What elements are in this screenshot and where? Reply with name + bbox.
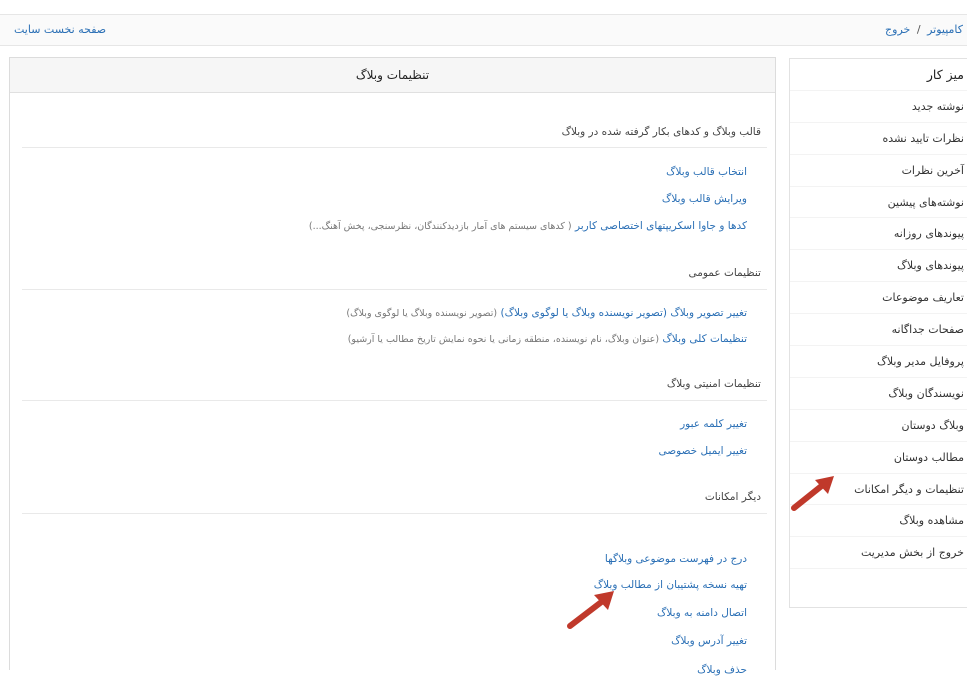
section-title-general: تنظیمات عمومی: [688, 267, 761, 279]
link-change-password[interactable]: تغییر کلمه عبور: [680, 418, 747, 430]
link-label[interactable]: تنظیمات کلی وبلاگ: [662, 333, 747, 345]
sidebar-item-admin-profile[interactable]: پروفایل مدیر وبلاگ: [790, 346, 967, 378]
section-divider: [22, 147, 767, 148]
logout-link[interactable]: خروج: [885, 23, 910, 36]
link-description: (تصویر نویسنده وبلاگ یا لوگوی وبلاگ): [346, 308, 498, 319]
top-bar: کامپیوتر / خروج صفحه نخست سایت: [0, 14, 967, 46]
link-directory-listing[interactable]: درج در فهرست موضوعی وبلاگها: [605, 553, 747, 565]
sidebar-item-new-post[interactable]: نوشته جدید: [790, 91, 967, 123]
user-nav: کامپیوتر / خروج: [885, 23, 963, 36]
link-general-settings[interactable]: تنظیمات کلی وبلاگ (عنوان وبلاگ، نام نویس…: [348, 333, 747, 345]
sidebar-item-daily-links[interactable]: پیوندهای روزانه: [790, 218, 967, 251]
link-change-blog-image[interactable]: تغییر تصویر وبلاگ (تصویر نویسنده وبلاگ ی…: [346, 307, 747, 319]
link-description: ( کدهای سیستم های آمار بازدیدکنندگان، نظ…: [308, 221, 572, 232]
section-divider: [22, 400, 767, 401]
section-divider: [22, 513, 767, 514]
link-label[interactable]: انتخاب قالب وبلاگ: [666, 166, 747, 178]
link-label[interactable]: تغییر کلمه عبور: [680, 418, 747, 430]
sidebar-item-blog-links[interactable]: پیوندهای وبلاگ: [790, 250, 967, 283]
link-label[interactable]: تغییر ایمیل خصوصی: [658, 445, 747, 457]
link-label[interactable]: اتصال دامنه به وبلاگ: [657, 607, 747, 619]
sidebar-item-categories[interactable]: تعاریف موضوعات: [790, 282, 967, 315]
sidebar-item-separate-pages[interactable]: صفحات جداگانه: [790, 314, 967, 347]
link-label[interactable]: تغییر آدرس وبلاگ: [671, 635, 747, 647]
link-change-address[interactable]: تغییر آدرس وبلاگ: [671, 635, 747, 647]
sidebar-item-authors[interactable]: نویسندگان وبلاگ: [790, 378, 967, 410]
sidebar-menu: میز کار نوشته جدید نظرات تایید نشده آخری…: [789, 58, 967, 608]
link-label[interactable]: تغییر تصویر وبلاگ (تصویر نویسنده وبلاگ ی…: [500, 307, 747, 319]
link-label[interactable]: ویرایش قالب وبلاگ: [662, 193, 747, 205]
link-label[interactable]: درج در فهرست موضوعی وبلاگها: [605, 553, 747, 565]
section-divider: [22, 289, 767, 290]
link-delete-blog[interactable]: حذف وبلاگ: [697, 664, 747, 676]
settings-panel: تنظیمات وبلاگ قالب وبلاگ و کدهای بکار گر…: [9, 57, 776, 676]
sidebar-item-previous-posts[interactable]: نوشته‌های پیشین: [790, 187, 967, 219]
breadcrumb-separator: /: [916, 23, 921, 36]
arrow-icon: [791, 476, 834, 511]
link-custom-scripts[interactable]: کدها و جاوا اسکریپتهای اختصاصی کاربر ( ک…: [309, 220, 747, 232]
sidebar-item-exit-admin[interactable]: خروج از بخش مدیریت: [790, 537, 967, 570]
link-change-email[interactable]: تغییر ایمیل خصوصی: [658, 445, 747, 457]
section-title-security: تنظیمات امنیتی وبلاگ: [666, 378, 761, 390]
sidebar-item-dashboard[interactable]: میز کار: [790, 59, 967, 91]
sidebar-item-unapproved-comments[interactable]: نظرات تایید نشده: [790, 123, 967, 155]
link-edit-template[interactable]: ویرایش قالب وبلاگ: [662, 193, 747, 205]
user-link[interactable]: کامپیوتر: [927, 23, 963, 36]
link-label[interactable]: حذف وبلاگ: [697, 664, 747, 676]
link-connect-domain[interactable]: اتصال دامنه به وبلاگ: [657, 607, 747, 619]
site-home-link[interactable]: صفحه نخست سایت: [14, 23, 106, 36]
section-title-other: دیگر امکانات: [704, 491, 761, 503]
section-title-template: قالب وبلاگ و کدهای بکار گرفته شده در وبل…: [561, 126, 761, 138]
link-label[interactable]: کدها و جاوا اسکریپتهای اختصاصی کاربر: [575, 220, 747, 232]
sidebar-item-friends-posts[interactable]: مطالب دوستان: [790, 442, 967, 474]
panel-title: تنظیمات وبلاگ: [10, 58, 775, 93]
arrow-icon: [567, 591, 614, 629]
link-choose-template[interactable]: انتخاب قالب وبلاگ: [666, 166, 747, 178]
sidebar-item-friends-blogs[interactable]: وبلاگ دوستان: [790, 410, 967, 442]
sidebar-item-latest-comments[interactable]: آخرین نظرات: [790, 155, 967, 187]
link-description: (عنوان وبلاگ، نام نویسنده، منطقه زمانی ی…: [347, 334, 660, 345]
